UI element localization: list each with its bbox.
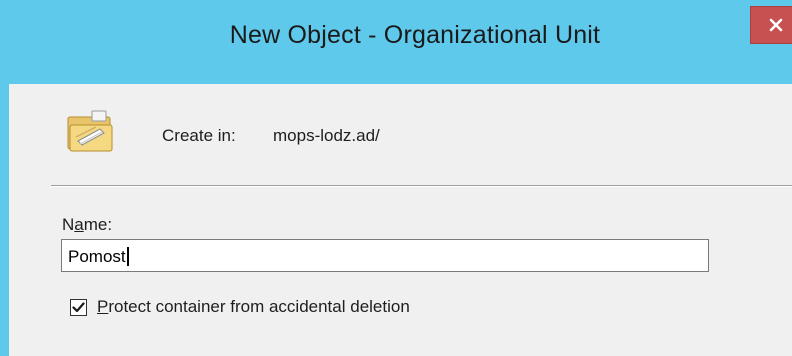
- name-label: Name:: [62, 215, 113, 234]
- organizational-unit-folder-icon: [67, 110, 113, 152]
- separator-line: [51, 185, 792, 187]
- name-input-value: Pomost: [68, 247, 126, 267]
- window-title: New Object - Organizational Unit: [229, 21, 601, 49]
- checkmark-icon: [72, 302, 85, 313]
- create-in-label: Create in:: [162, 126, 236, 145]
- text-caret: [126, 247, 129, 267]
- protect-from-deletion-label: Protect container from accidental deleti…: [97, 297, 410, 316]
- name-input[interactable]: Pomost: [61, 239, 709, 272]
- protect-from-deletion-checkbox[interactable]: [70, 299, 87, 316]
- close-button[interactable]: [750, 6, 792, 44]
- new-object-dialog: New Object - Organizational Unit Create …: [0, 0, 792, 356]
- dialog-client-area: Create in: mops-lodz.ad/ Name: Pomost Pr…: [18, 84, 792, 356]
- close-icon: [769, 18, 783, 32]
- create-in-path: mops-lodz.ad/: [273, 126, 380, 145]
- name-label-access-key: a: [74, 215, 84, 234]
- title-bar[interactable]: New Object - Organizational Unit: [9, 0, 792, 84]
- protect-label-access-key: P: [97, 297, 109, 316]
